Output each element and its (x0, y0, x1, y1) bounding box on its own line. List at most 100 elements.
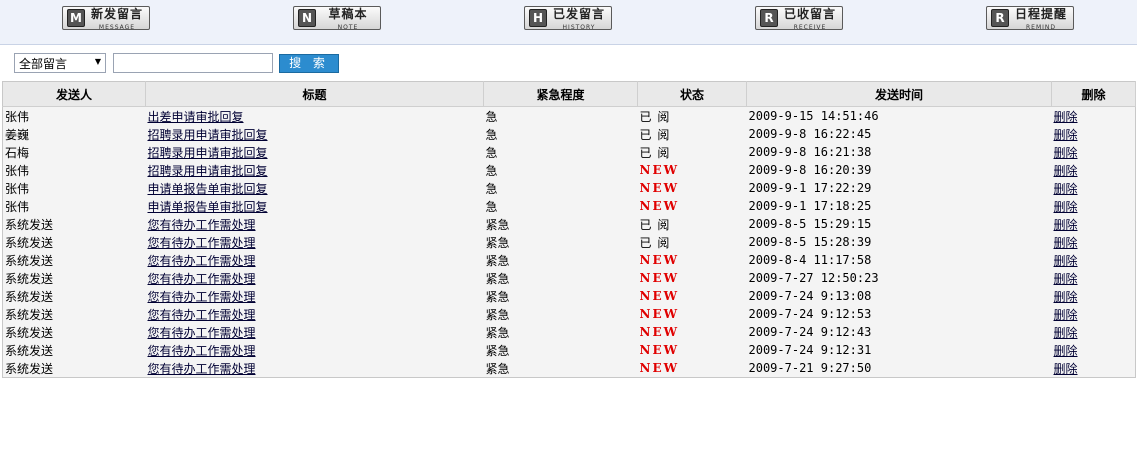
receive-icon: R (760, 9, 778, 27)
status-cell: NEW (637, 161, 747, 179)
remind-icon: R (991, 9, 1009, 27)
title-cell: 您有待办工作需处理 (145, 215, 484, 233)
message-title-link[interactable]: 申请单报告单审批回复 (148, 182, 268, 196)
status-cell: NEW (637, 341, 747, 359)
delete-link[interactable]: 删除 (1054, 326, 1078, 340)
message-title-link[interactable]: 您有待办工作需处理 (148, 344, 256, 358)
urgency-cell: 急 (483, 161, 638, 179)
header-delete: 删除 (1051, 81, 1136, 107)
draft-button[interactable]: N 草稿本 NOTE (293, 6, 381, 31)
sender-cell: 张伟 (2, 179, 146, 197)
search-input[interactable] (113, 53, 273, 73)
sent-messages-label: 已发留言 (552, 7, 605, 21)
sender-cell: 系统发送 (2, 305, 146, 323)
send-time-cell: 2009-9-15 14:51:46 (746, 106, 1052, 125)
delete-link[interactable]: 删除 (1054, 110, 1078, 124)
received-messages-sublabel: RECEIVE (793, 24, 827, 31)
delete-cell: 删除 (1051, 106, 1136, 125)
delete-cell: 删除 (1051, 161, 1136, 179)
draft-sublabel: NOTE (337, 24, 359, 31)
urgency-cell: 紧急 (483, 287, 638, 305)
message-title-link[interactable]: 您有待办工作需处理 (148, 290, 256, 304)
sender-cell: 系统发送 (2, 233, 146, 251)
message-title-link[interactable]: 招聘录用申请审批回复 (148, 164, 268, 178)
header-sender[interactable]: 发送人 (2, 81, 146, 107)
sent-messages-button[interactable]: H 已发留言 HISTORY (524, 6, 612, 31)
sender-cell: 石梅 (2, 143, 146, 161)
title-cell: 申请单报告单审批回复 (145, 197, 484, 215)
send-time-cell: 2009-8-5 15:29:15 (746, 215, 1052, 233)
urgency-cell: 紧急 (483, 233, 638, 251)
delete-link[interactable]: 删除 (1054, 182, 1078, 196)
table-row: 石梅 招聘录用申请审批回复 急已 阅 2009-9-8 16:21:38 删除 (2, 143, 1136, 161)
title-cell: 您有待办工作需处理 (145, 341, 484, 359)
draft-label: 草稿本 (328, 7, 368, 21)
received-messages-label: 已收留言 (783, 7, 836, 21)
table-row: 张伟 招聘录用申请审批回复 急 NEW 2009-9-8 16:20:39 删除 (2, 161, 1136, 179)
header-urgency[interactable]: 紧急程度 (483, 81, 638, 107)
schedule-reminder-label: 日程提醒 (1014, 7, 1067, 21)
message-title-link[interactable]: 您有待办工作需处理 (148, 218, 256, 232)
urgency-cell: 紧急 (483, 341, 638, 359)
delete-link[interactable]: 删除 (1054, 290, 1078, 304)
message-filter-select[interactable]: 全部留言 ▼ (14, 53, 106, 73)
urgency-cell: 紧急 (483, 359, 638, 378)
table-row: 张伟 出差申请审批回复 急已 阅 2009-9-15 14:51:46 删除 (2, 106, 1136, 125)
urgency-cell: 紧急 (483, 251, 638, 269)
delete-link[interactable]: 删除 (1054, 218, 1078, 232)
sender-cell: 姜巍 (2, 125, 146, 143)
urgency-cell: 急 (483, 106, 638, 125)
sender-cell: 张伟 (2, 197, 146, 215)
new-message-button[interactable]: M 新发留言 MESSAGE (62, 6, 150, 31)
urgency-cell: 急 (483, 179, 638, 197)
status-cell: NEW (637, 179, 747, 197)
urgency-cell: 紧急 (483, 323, 638, 341)
schedule-reminder-button[interactable]: R 日程提醒 REMIND (986, 6, 1074, 31)
delete-cell: 删除 (1051, 143, 1136, 161)
message-title-link[interactable]: 申请单报告单审批回复 (148, 200, 268, 214)
header-status[interactable]: 状态 (637, 81, 747, 107)
search-button[interactable]: 搜 索 (279, 53, 339, 73)
table-row: 张伟 申请单报告单审批回复 急 NEW 2009-9-1 17:18:25 删除 (2, 197, 1136, 215)
message-title-link[interactable]: 出差申请审批回复 (148, 110, 244, 124)
message-title-link[interactable]: 您有待办工作需处理 (148, 308, 256, 322)
table-row: 张伟 申请单报告单审批回复 急 NEW 2009-9-1 17:22:29 删除 (2, 179, 1136, 197)
sender-cell: 系统发送 (2, 359, 146, 378)
message-title-link[interactable]: 您有待办工作需处理 (148, 326, 256, 340)
title-cell: 您有待办工作需处理 (145, 233, 484, 251)
message-title-link[interactable]: 您有待办工作需处理 (148, 236, 256, 250)
status-cell: NEW (637, 287, 747, 305)
message-title-link[interactable]: 您有待办工作需处理 (148, 254, 256, 268)
send-time-cell: 2009-7-24 9:13:08 (746, 287, 1052, 305)
title-cell: 招聘录用申请审批回复 (145, 125, 484, 143)
delete-link[interactable]: 删除 (1054, 344, 1078, 358)
delete-link[interactable]: 删除 (1054, 254, 1078, 268)
delete-link[interactable]: 删除 (1054, 164, 1078, 178)
sender-cell: 系统发送 (2, 251, 146, 269)
header-send-time[interactable]: 发送时间 (746, 81, 1052, 107)
status-cell: NEW (637, 359, 747, 378)
title-cell: 招聘录用申请审批回复 (145, 161, 484, 179)
send-time-cell: 2009-7-27 12:50:23 (746, 269, 1052, 287)
message-title-link[interactable]: 您有待办工作需处理 (148, 362, 256, 376)
delete-link[interactable]: 删除 (1054, 308, 1078, 322)
delete-link[interactable]: 删除 (1054, 236, 1078, 250)
delete-link[interactable]: 删除 (1054, 128, 1078, 142)
message-title-link[interactable]: 您有待办工作需处理 (148, 272, 256, 286)
urgency-cell: 急 (483, 197, 638, 215)
delete-link[interactable]: 删除 (1054, 146, 1078, 160)
received-messages-button[interactable]: R 已收留言 RECEIVE (755, 6, 843, 31)
title-cell: 您有待办工作需处理 (145, 269, 484, 287)
delete-link[interactable]: 删除 (1054, 272, 1078, 286)
title-cell: 您有待办工作需处理 (145, 359, 484, 378)
send-time-cell: 2009-9-8 16:21:38 (746, 143, 1052, 161)
delete-link[interactable]: 删除 (1054, 200, 1078, 214)
message-title-link[interactable]: 招聘录用申请审批回复 (148, 146, 268, 160)
delete-cell: 删除 (1051, 179, 1136, 197)
delete-cell: 删除 (1051, 341, 1136, 359)
header-title[interactable]: 标题 (145, 81, 484, 107)
urgency-cell: 紧急 (483, 269, 638, 287)
new-message-label: 新发留言 (90, 7, 143, 21)
message-title-link[interactable]: 招聘录用申请审批回复 (148, 128, 268, 142)
delete-link[interactable]: 删除 (1054, 362, 1078, 376)
